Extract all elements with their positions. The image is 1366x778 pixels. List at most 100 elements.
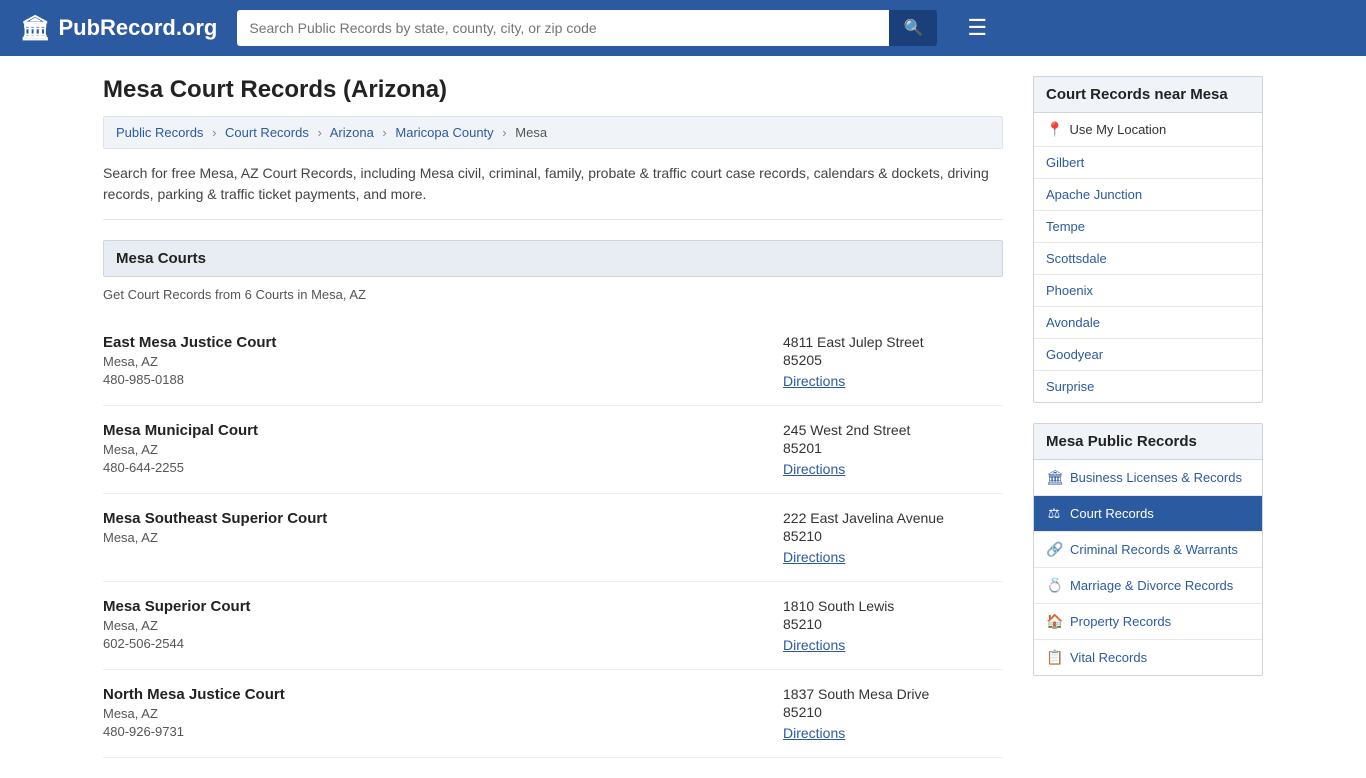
header: 🏛 PubRecord.org 🔍 ☰ [0, 0, 1366, 56]
sidebar-record-item[interactable]: 🔗 Criminal Records & Warrants [1034, 532, 1262, 568]
court-street: 245 West 2nd Street [783, 422, 1003, 438]
record-label: Vital Records [1070, 650, 1147, 665]
court-zip: 85210 [783, 616, 1003, 632]
court-address: 245 West 2nd Street 85201 Directions [783, 422, 1003, 477]
menu-icon: ☰ [967, 15, 987, 40]
court-city: Mesa, AZ [103, 618, 763, 633]
court-street: 1837 South Mesa Drive [783, 686, 1003, 702]
search-button[interactable]: 🔍 [889, 10, 937, 46]
directions-link[interactable]: Directions [783, 461, 845, 477]
court-name: East Mesa Justice Court [103, 334, 763, 351]
court-zip: 85205 [783, 352, 1003, 368]
records-title: Mesa Public Records [1033, 423, 1263, 460]
nearby-city-item[interactable]: Surprise [1034, 371, 1262, 402]
record-label: Property Records [1070, 614, 1171, 629]
court-name: North Mesa Justice Court [103, 686, 763, 703]
nearby-city-item[interactable]: Goodyear [1034, 339, 1262, 371]
record-icon: 💍 [1046, 577, 1062, 594]
sidebar-record-item[interactable]: 💍 Marriage & Divorce Records [1034, 568, 1262, 604]
nearby-city-item[interactable]: Gilbert [1034, 147, 1262, 179]
court-city: Mesa, AZ [103, 442, 763, 457]
court-phone: 480-985-0188 [103, 372, 763, 387]
menu-button[interactable]: ☰ [967, 15, 987, 41]
record-icon: 🔗 [1046, 541, 1062, 558]
use-my-location[interactable]: 📍 Use My Location [1034, 113, 1262, 147]
nearby-city-item[interactable]: Tempe [1034, 211, 1262, 243]
court-entry: North Mesa Justice Court Mesa, AZ 480-92… [103, 670, 1003, 758]
court-phone: 480-644-2255 [103, 460, 763, 475]
court-info: Mesa Southeast Superior Court Mesa, AZ [103, 510, 763, 565]
record-icon: ⚖ [1046, 505, 1062, 522]
court-name: Mesa Municipal Court [103, 422, 763, 439]
search-icon: 🔍 [903, 20, 923, 37]
court-name: Mesa Southeast Superior Court [103, 510, 763, 527]
court-city: Mesa, AZ [103, 530, 763, 545]
directions-link[interactable]: Directions [783, 725, 845, 741]
breadcrumb-arizona[interactable]: Arizona [330, 125, 374, 140]
content-area: Mesa Court Records (Arizona) Public Reco… [103, 76, 1003, 758]
court-city: Mesa, AZ [103, 706, 763, 721]
court-info: Mesa Superior Court Mesa, AZ 602-506-254… [103, 598, 763, 653]
main-container: Mesa Court Records (Arizona) Public Reco… [83, 56, 1283, 778]
nearby-city-item[interactable]: Scottsdale [1034, 243, 1262, 275]
court-address: 222 East Javelina Avenue 85210 Direction… [783, 510, 1003, 565]
nearby-city-item[interactable]: Apache Junction [1034, 179, 1262, 211]
court-zip: 85210 [783, 528, 1003, 544]
court-info: Mesa Municipal Court Mesa, AZ 480-644-22… [103, 422, 763, 477]
sidebar-record-item[interactable]: 📋 Vital Records [1034, 640, 1262, 675]
court-city: Mesa, AZ [103, 354, 763, 369]
record-label: Criminal Records & Warrants [1070, 542, 1238, 557]
court-entry: Mesa Municipal Court Mesa, AZ 480-644-22… [103, 406, 1003, 494]
sidebar-record-item[interactable]: 🏛 Business Licenses & Records [1034, 460, 1262, 496]
courts-list: East Mesa Justice Court Mesa, AZ 480-985… [103, 318, 1003, 758]
record-icon: 🏛 [1046, 469, 1062, 486]
breadcrumb-mesa: Mesa [515, 125, 547, 140]
record-label: Court Records [1070, 506, 1154, 521]
search-container: 🔍 [237, 10, 937, 46]
court-info: North Mesa Justice Court Mesa, AZ 480-92… [103, 686, 763, 741]
record-label: Business Licenses & Records [1070, 470, 1242, 485]
breadcrumb-public-records[interactable]: Public Records [116, 125, 203, 140]
court-entry: Mesa Southeast Superior Court Mesa, AZ 2… [103, 494, 1003, 582]
court-zip: 85210 [783, 704, 1003, 720]
record-icon: 🏠 [1046, 613, 1062, 630]
sidebar-record-item[interactable]: 🏠 Property Records [1034, 604, 1262, 640]
sidebar-record-item[interactable]: ⚖ Court Records [1034, 496, 1262, 532]
breadcrumb-sep-4: › [502, 125, 506, 140]
record-icon: 📋 [1046, 649, 1062, 666]
section-subtext: Get Court Records from 6 Courts in Mesa,… [103, 287, 1003, 302]
court-entry: East Mesa Justice Court Mesa, AZ 480-985… [103, 318, 1003, 406]
court-entry: Mesa Superior Court Mesa, AZ 602-506-254… [103, 582, 1003, 670]
page-title: Mesa Court Records (Arizona) [103, 76, 1003, 104]
court-street: 1810 South Lewis [783, 598, 1003, 614]
breadcrumb-court-records[interactable]: Court Records [225, 125, 309, 140]
directions-link[interactable]: Directions [783, 549, 845, 565]
court-address: 1837 South Mesa Drive 85210 Directions [783, 686, 1003, 741]
court-address: 1810 South Lewis 85210 Directions [783, 598, 1003, 653]
use-location-label: Use My Location [1069, 122, 1166, 137]
breadcrumb: Public Records › Court Records › Arizona… [103, 116, 1003, 149]
nearby-cities: GilbertApache JunctionTempeScottsdalePho… [1034, 147, 1262, 402]
logo[interactable]: 🏛 PubRecord.org [20, 14, 217, 43]
location-pin-icon: 📍 [1046, 121, 1063, 138]
nearby-city-item[interactable]: Phoenix [1034, 275, 1262, 307]
breadcrumb-sep-3: › [382, 125, 386, 140]
nearby-list: 📍 Use My Location GilbertApache Junction… [1033, 113, 1263, 403]
court-zip: 85201 [783, 440, 1003, 456]
records-list: 🏛 Business Licenses & Records ⚖ Court Re… [1033, 460, 1263, 676]
court-street: 4811 East Julep Street [783, 334, 1003, 350]
record-label: Marriage & Divorce Records [1070, 578, 1233, 593]
breadcrumb-sep-2: › [317, 125, 321, 140]
search-input[interactable] [237, 10, 889, 46]
logo-text: PubRecord.org [58, 15, 217, 41]
court-address: 4811 East Julep Street 85205 Directions [783, 334, 1003, 389]
directions-link[interactable]: Directions [783, 373, 845, 389]
court-phone: 480-926-9731 [103, 724, 763, 739]
page-description: Search for free Mesa, AZ Court Records, … [103, 163, 1003, 220]
court-name: Mesa Superior Court [103, 598, 763, 615]
nearby-title: Court Records near Mesa [1033, 76, 1263, 113]
nearby-city-item[interactable]: Avondale [1034, 307, 1262, 339]
breadcrumb-maricopa[interactable]: Maricopa County [395, 125, 493, 140]
court-street: 222 East Javelina Avenue [783, 510, 1003, 526]
directions-link[interactable]: Directions [783, 637, 845, 653]
